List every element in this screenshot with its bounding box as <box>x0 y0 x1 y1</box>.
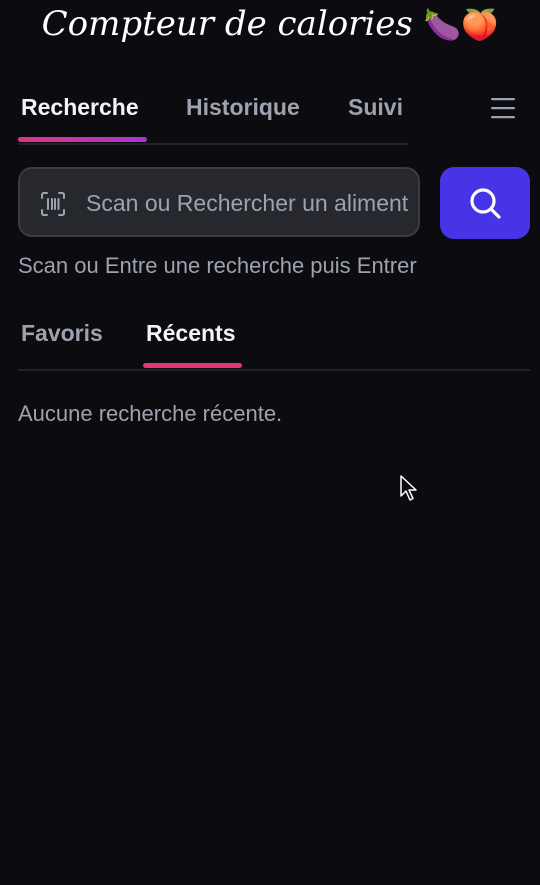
eggplant-peach-emoji: 🍆🍑 <box>423 8 499 43</box>
search-button[interactable] <box>440 167 530 239</box>
active-subtab-indicator <box>143 363 242 368</box>
tab-recherche[interactable]: Recherche <box>21 94 139 121</box>
search-input[interactable] <box>84 169 418 235</box>
search-hint: Scan ou Entre une recherche puis Entrer <box>18 253 417 278</box>
search-field[interactable] <box>18 167 420 237</box>
tab-suivi[interactable]: Suivi <box>348 94 403 121</box>
main-tabs: Recherche Historique Suivi <box>18 88 408 145</box>
barcode-scan-icon[interactable] <box>40 191 66 217</box>
search-icon <box>470 188 501 219</box>
active-tab-indicator <box>18 137 147 142</box>
mouse-pointer-icon <box>400 475 417 501</box>
app-title: Compteur de calories 🍆🍑 <box>0 4 540 44</box>
tab-historique[interactable]: Historique <box>186 94 300 121</box>
sub-tabs: Favoris Récents <box>18 316 530 371</box>
tab-favoris[interactable]: Favoris <box>21 320 103 347</box>
app-title-text: Compteur de calories <box>41 4 413 44</box>
empty-recent-message: Aucune recherche récente. <box>18 401 283 426</box>
hamburger-menu-icon[interactable] <box>490 97 516 119</box>
tab-recents[interactable]: Récents <box>146 320 235 347</box>
